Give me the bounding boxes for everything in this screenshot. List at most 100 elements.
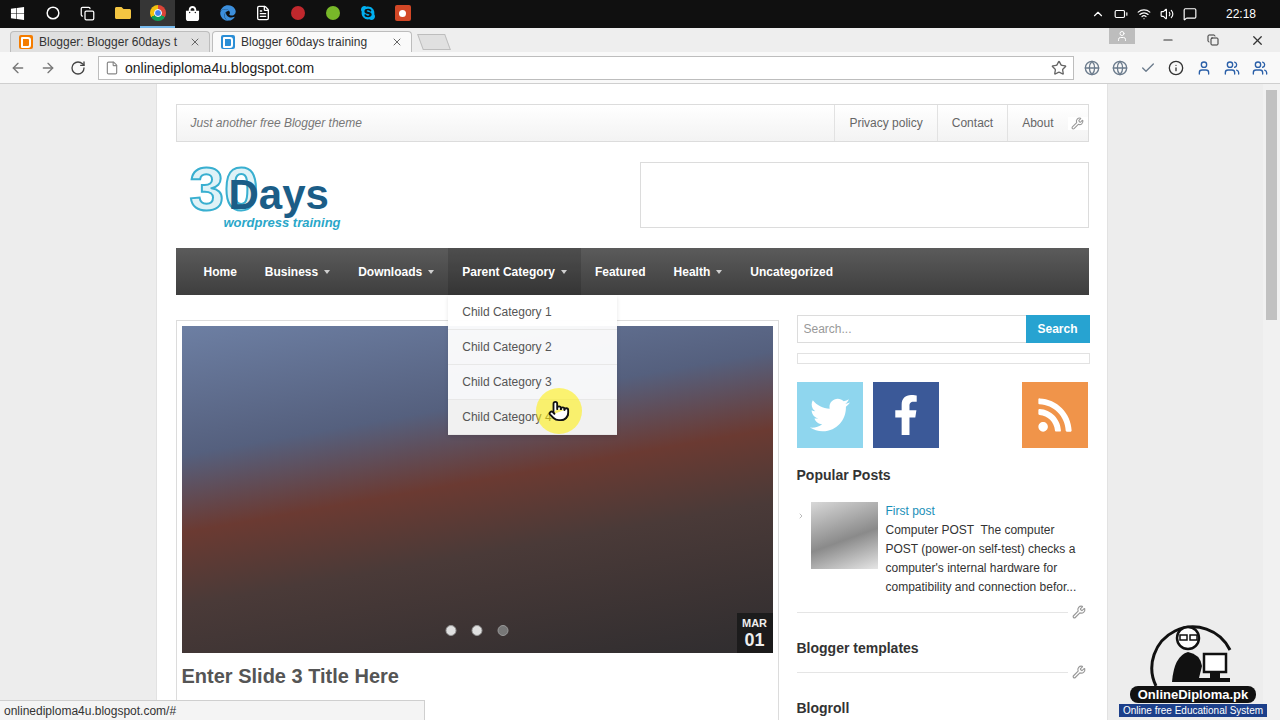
group-icon[interactable] [1252, 60, 1268, 76]
taskbar-app[interactable] [140, 0, 175, 28]
caret-icon [561, 270, 567, 274]
people-icon[interactable] [1224, 60, 1240, 76]
search-button[interactable]: Search [1026, 315, 1090, 343]
slider-dot[interactable] [472, 625, 483, 636]
taskbar-app[interactable] [385, 0, 420, 28]
post-title[interactable]: First post [886, 502, 1090, 521]
edit-widget-button[interactable] [1068, 117, 1088, 130]
taskbar-app[interactable] [70, 0, 105, 28]
restore-button[interactable] [1190, 28, 1235, 52]
social-link[interactable] [1022, 382, 1088, 448]
taskbar-app[interactable] [35, 0, 70, 28]
extension-globe-icon[interactable] [1084, 60, 1100, 76]
reload-button[interactable] [68, 58, 88, 78]
browser-tab[interactable]: Blogger: Blogger 60days t [10, 31, 210, 52]
browser-tab[interactable]: Blogger 60days training [212, 31, 412, 52]
notepad-icon [255, 5, 271, 21]
close-tab-icon[interactable] [189, 36, 201, 48]
address-bar[interactable]: onlinediploma4u.blogspot.com [98, 56, 1074, 80]
caret-icon [716, 270, 722, 274]
scroll-thumb[interactable] [1266, 90, 1277, 320]
nav-item[interactable]: Business [251, 248, 344, 295]
social-link[interactable] [797, 382, 863, 448]
search-input[interactable] [797, 315, 1026, 343]
dropdown-item[interactable]: Child Category 2 [448, 330, 617, 365]
nav-item[interactable]: Home [190, 248, 251, 295]
account-icon[interactable] [1196, 60, 1212, 76]
taskbar-app[interactable] [280, 0, 315, 28]
chevron-up-icon[interactable] [1091, 7, 1105, 21]
main: MAR01Enter Slide 3 Title HereSearchPopul… [176, 315, 1089, 720]
widget-title: Popular Posts [797, 466, 1090, 484]
post-excerpt: Computer POST The computer POST (power-o… [886, 521, 1090, 597]
windows-icon [10, 6, 25, 21]
slide-title[interactable]: Enter Slide 3 Title Here [182, 653, 773, 698]
profile-button[interactable] [1109, 28, 1135, 44]
restore-icon [1207, 34, 1219, 46]
site-logo[interactable]: 30Dayswordpress training [190, 161, 341, 230]
tagline: Just another free Blogger theme [177, 116, 835, 130]
viewport: Just another free Blogger themePrivacy p… [0, 84, 1263, 720]
dropdown-item[interactable]: Child Category 1 [448, 295, 617, 330]
clock[interactable]: 22:18 [1206, 7, 1270, 21]
check-icon[interactable] [1140, 60, 1156, 76]
slider-dot[interactable] [446, 625, 457, 636]
nav-item[interactable]: Health [660, 248, 737, 295]
taskbar-app[interactable] [315, 0, 350, 28]
taskbar-app[interactable] [175, 0, 210, 28]
social-link[interactable] [873, 382, 939, 448]
utorrent-icon [326, 6, 340, 20]
widget-title: Blogroll [797, 699, 1090, 717]
volume-icon[interactable] [1160, 7, 1174, 21]
facebook-icon [886, 395, 926, 435]
system-tray: 22:18 [1091, 7, 1280, 21]
edge-icon [220, 5, 236, 21]
extensions [1084, 60, 1272, 76]
taskbar-app[interactable] [0, 0, 35, 28]
wrench-icon [1072, 665, 1086, 679]
skype-icon [360, 5, 376, 21]
twitter-icon [810, 395, 850, 435]
taskbar-app[interactable] [245, 0, 280, 28]
tab-strip: Blogger: Blogger 60days tBlogger 60days … [0, 28, 1280, 52]
bookmark-star-icon[interactable] [1051, 60, 1067, 76]
close-tab-icon[interactable] [391, 36, 403, 48]
dropdown-item[interactable]: Child Category 4 [448, 400, 617, 435]
forward-button[interactable] [38, 58, 58, 78]
top-link[interactable]: About [1007, 105, 1067, 141]
slider-dot[interactable] [498, 625, 509, 636]
network-icon[interactable] [1137, 7, 1151, 21]
top-link[interactable]: Contact [937, 105, 1007, 141]
nav-item[interactable]: Uncategorized [736, 248, 847, 295]
dropdown-item[interactable]: Child Category 3 [448, 365, 617, 400]
edit-widget-button[interactable] [1068, 663, 1090, 681]
battery-icon[interactable] [1114, 7, 1128, 21]
taskbar: 22:18 [0, 0, 1280, 28]
social-row [797, 382, 1090, 448]
taskbar-app[interactable] [350, 0, 385, 28]
ad-box [640, 162, 1089, 228]
powerpoint-icon [395, 5, 411, 21]
new-tab-button[interactable] [417, 34, 451, 50]
scrollbar[interactable] [1263, 84, 1280, 720]
minimize-button[interactable] [1145, 28, 1190, 52]
dropdown-menu: Child Category 1Child Category 2Child Ca… [448, 295, 617, 435]
reload-icon [70, 60, 86, 76]
taskbar-app[interactable] [105, 0, 140, 28]
nav-item[interactable]: Parent CategoryChild Category 1Child Cat… [448, 248, 581, 295]
info-icon[interactable] [1168, 60, 1184, 76]
sidebar-widget: Popular Posts First postComputer POST The… [797, 466, 1090, 621]
task-view-icon [80, 6, 95, 21]
notification-icon[interactable] [1183, 7, 1197, 21]
back-button[interactable] [8, 58, 28, 78]
top-link[interactable]: Privacy policy [834, 105, 936, 141]
page-icon [105, 61, 119, 75]
sidebar-widget: Blogroll [797, 699, 1090, 720]
nav-item[interactable]: Featured [581, 248, 660, 295]
edit-widget-button[interactable] [1068, 603, 1090, 621]
nav-item[interactable]: Downloads [344, 248, 448, 295]
close-button[interactable] [1235, 28, 1280, 52]
web-icon[interactable] [1112, 60, 1128, 76]
post-thumbnail[interactable] [811, 502, 878, 569]
taskbar-app[interactable] [210, 0, 245, 28]
